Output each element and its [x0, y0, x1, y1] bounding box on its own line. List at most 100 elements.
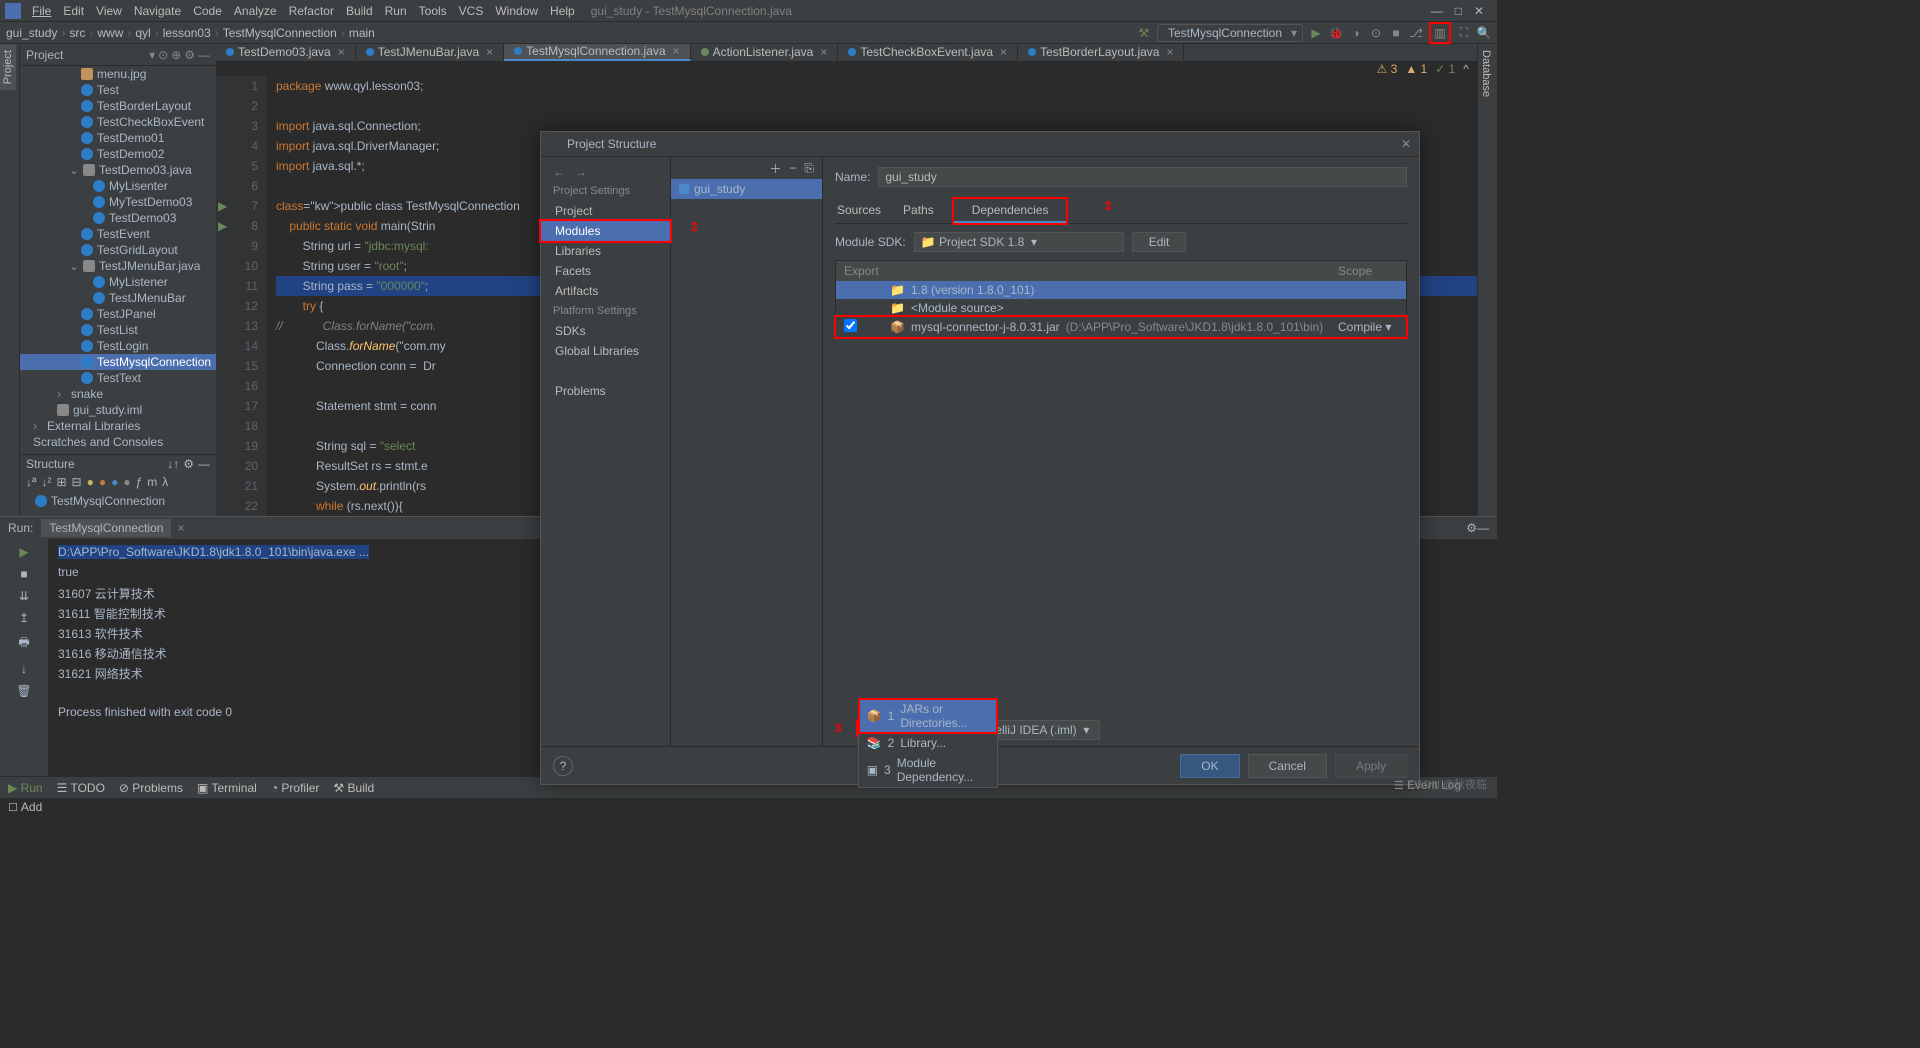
tree-item[interactable]: TestCheckBoxEvent — [20, 114, 216, 130]
bc-4[interactable]: lesson03 — [163, 26, 211, 40]
module-item[interactable]: gui_study — [671, 179, 822, 199]
tab-sources[interactable]: Sources — [835, 199, 883, 223]
run-close-tab[interactable]: × — [177, 521, 184, 535]
sb-todo[interactable]: ☰ TODO — [57, 781, 105, 795]
dep-row-mysql[interactable]: 📦 mysql-connector-j-8.0.31.jar (D:\APP\P… — [836, 317, 1406, 337]
up-icon[interactable]: ↥ — [19, 611, 29, 625]
trash-icon[interactable]: 🗑 — [16, 684, 31, 698]
menu-jars[interactable]: 📦1JARs or Directories... — [859, 699, 997, 733]
menu-file[interactable]: File — [26, 2, 57, 20]
bc-3[interactable]: qyl — [135, 26, 150, 40]
expand-icon[interactable]: ⛶ — [1457, 26, 1471, 40]
print-icon[interactable]: 🖶 — [18, 633, 29, 654]
tree-item[interactable]: TestJMenuBar — [20, 290, 216, 306]
tree-item[interactable]: gui_study.iml — [20, 402, 216, 418]
coverage-icon[interactable]: ◑ — [1349, 26, 1363, 40]
menu-code[interactable]: Code — [187, 2, 228, 20]
pp-gear-icon[interactable]: ⚙ — [184, 48, 195, 62]
struct-hide-icon[interactable]: — — [198, 457, 210, 471]
debug-icon[interactable]: 🐞 — [1329, 26, 1343, 40]
weak-warn-indicator[interactable]: ▲ 1 — [1405, 62, 1427, 76]
side-libraries[interactable]: Libraries — [541, 241, 670, 261]
side-facets[interactable]: Facets — [541, 261, 670, 281]
sb-terminal[interactable]: ▣ Terminal — [197, 781, 257, 795]
typo-indicator[interactable]: ✓ 1 — [1435, 62, 1455, 76]
editor-tab[interactable]: TestMysqlConnection.java× — [504, 44, 690, 61]
menu-edit[interactable]: Edit — [57, 2, 90, 20]
tree-item[interactable]: MyTestDemo03 — [20, 194, 216, 210]
dep-row-source[interactable]: 📁 <Module source> — [836, 299, 1406, 317]
editor-tab[interactable]: TestJMenuBar.java× — [356, 44, 504, 61]
menu-library[interactable]: 📚2Library... — [859, 733, 997, 753]
menu-run[interactable]: Run — [379, 2, 413, 20]
dialog-close-icon[interactable]: ✕ — [1401, 137, 1411, 151]
sdk-select[interactable]: 📁 Project SDK 1.8 ▾ — [914, 232, 1124, 252]
menu-build[interactable]: Build — [340, 2, 379, 20]
layout-icon[interactable]: ⇊ — [19, 589, 29, 603]
tree-item[interactable]: TestEvent — [20, 226, 216, 242]
tree-item[interactable]: TestList — [20, 322, 216, 338]
menu-navigate[interactable]: Navigate — [128, 2, 187, 20]
editor-tab[interactable]: ActionListener.java× — [691, 44, 839, 61]
project-structure-button[interactable]: ▥ — [1429, 22, 1451, 44]
tree-item[interactable]: ⌄TestJMenuBar.java — [20, 258, 216, 274]
menu-view[interactable]: View — [90, 2, 128, 20]
bc-0[interactable]: gui_study — [6, 26, 57, 40]
tree-item[interactable]: menu.jpg — [20, 66, 216, 82]
export-icon[interactable]: ↓ — [21, 662, 27, 676]
menu-module-dep[interactable]: ▣3Module Dependency... — [859, 753, 997, 787]
menu-analyze[interactable]: Analyze — [228, 2, 283, 20]
tree-item[interactable]: TestMysqlConnection — [20, 354, 216, 370]
dep-export-checkbox[interactable] — [844, 319, 857, 332]
menu-vcs[interactable]: VCS — [453, 2, 490, 20]
maximize-icon[interactable]: □ — [1455, 4, 1462, 18]
tree-item[interactable]: MyLisenter — [20, 178, 216, 194]
sb-build[interactable]: ⚒ Build — [333, 781, 374, 795]
tree-item[interactable]: MyListener — [20, 274, 216, 290]
run-gear-icon[interactable]: ⚙ — [1466, 521, 1477, 535]
run-tab[interactable]: TestMysqlConnection — [41, 519, 171, 537]
side-artifacts[interactable]: Artifacts — [541, 281, 670, 301]
tree-item[interactable]: Test — [20, 82, 216, 98]
tree-item[interactable]: TestGridLayout — [20, 242, 216, 258]
run-icon[interactable]: ▶ — [1309, 26, 1323, 40]
copy-module-icon[interactable]: ⎘ — [804, 161, 814, 176]
dep-row-jdk[interactable]: 📁 1.8 (version 1.8.0_101) — [836, 281, 1406, 299]
tab-dependencies[interactable]: Dependencies — [954, 199, 1067, 223]
minimize-icon[interactable]: — — [1431, 4, 1443, 18]
tab-project[interactable]: Project — [0, 44, 16, 90]
tab-database[interactable]: Database — [1478, 44, 1494, 103]
add-button[interactable]: ☐ Add — [8, 800, 42, 814]
tree-item[interactable]: TestLogin — [20, 338, 216, 354]
vcs-icon[interactable]: ⎇ — [1409, 26, 1423, 40]
pp-dropdown-icon[interactable]: ▾ — [149, 48, 155, 62]
sb-run[interactable]: ▶ Run — [8, 781, 43, 795]
stop-icon[interactable]: ■ — [1389, 26, 1403, 40]
tree-item[interactable]: TestDemo02 — [20, 146, 216, 162]
tree-item[interactable]: TestDemo03 — [20, 210, 216, 226]
close-icon[interactable]: ✕ — [1474, 4, 1484, 18]
struct-sort-icon[interactable]: ↓↑ — [167, 457, 179, 471]
stop-run-icon[interactable]: ■ — [20, 567, 27, 581]
menu-refactor[interactable]: Refactor — [283, 2, 340, 20]
pp-collapse-icon[interactable]: ⊙ — [158, 48, 168, 62]
bc-1[interactable]: src — [69, 26, 85, 40]
warnings-indicator[interactable]: ⚠ 3 — [1377, 62, 1398, 76]
build-icon[interactable]: ⚒ — [1137, 26, 1151, 40]
sb-profiler[interactable]: ◔ Profiler — [271, 781, 320, 795]
module-name-input[interactable] — [878, 167, 1407, 187]
bc-5[interactable]: TestMysqlConnection — [223, 26, 337, 40]
side-modules[interactable]: Modules — [541, 221, 670, 241]
run-hide-icon[interactable]: — — [1477, 521, 1489, 535]
help-button[interactable]: ? — [553, 756, 573, 776]
back-forward[interactable]: ← → — [541, 163, 670, 181]
tree-item[interactable]: ›External Libraries — [20, 418, 216, 434]
edit-sdk-button[interactable]: Edit — [1132, 232, 1187, 252]
rerun-icon[interactable]: ▶ — [19, 545, 28, 559]
tree-item[interactable]: Scratches and Consoles — [20, 434, 216, 450]
add-module-icon[interactable]: ＋ — [769, 160, 781, 177]
tree-item[interactable]: ⌄TestDemo03.java — [20, 162, 216, 178]
cancel-button[interactable]: Cancel — [1248, 754, 1327, 778]
editor-tab[interactable]: TestBorderLayout.java× — [1018, 44, 1184, 61]
search-icon[interactable]: 🔍 — [1477, 26, 1491, 40]
